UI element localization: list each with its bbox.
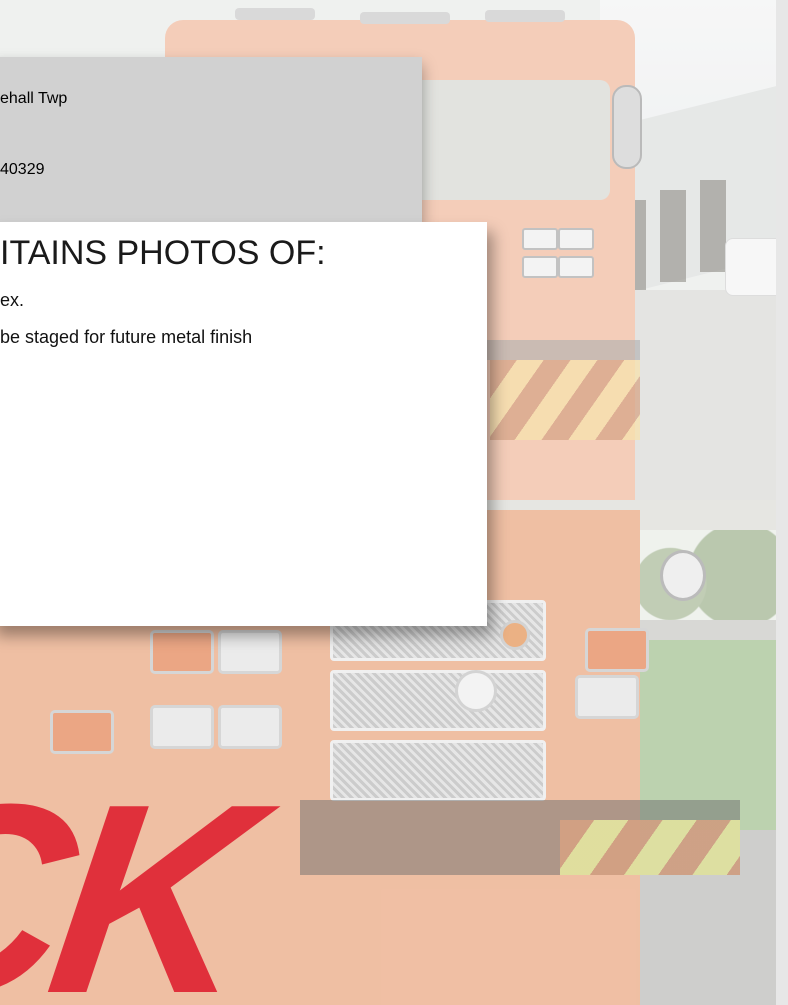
contents-item: ex.	[0, 290, 25, 310]
contents-item: be staged for future metal finish	[0, 327, 253, 347]
department-name: ehall Twp	[0, 90, 68, 107]
brand-logo: ICK	[0, 790, 640, 1005]
document-page: ehall Twp 40329 ITAINS PHOTOS OF: ex. be…	[0, 0, 788, 1005]
side-strip	[776, 0, 788, 1005]
header-card	[0, 57, 422, 223]
brand-wordmark: ICK	[0, 790, 259, 1005]
job-number: 40329	[0, 161, 45, 178]
contents-card	[0, 222, 487, 626]
contents-heading: ITAINS PHOTOS OF:	[0, 234, 326, 272]
